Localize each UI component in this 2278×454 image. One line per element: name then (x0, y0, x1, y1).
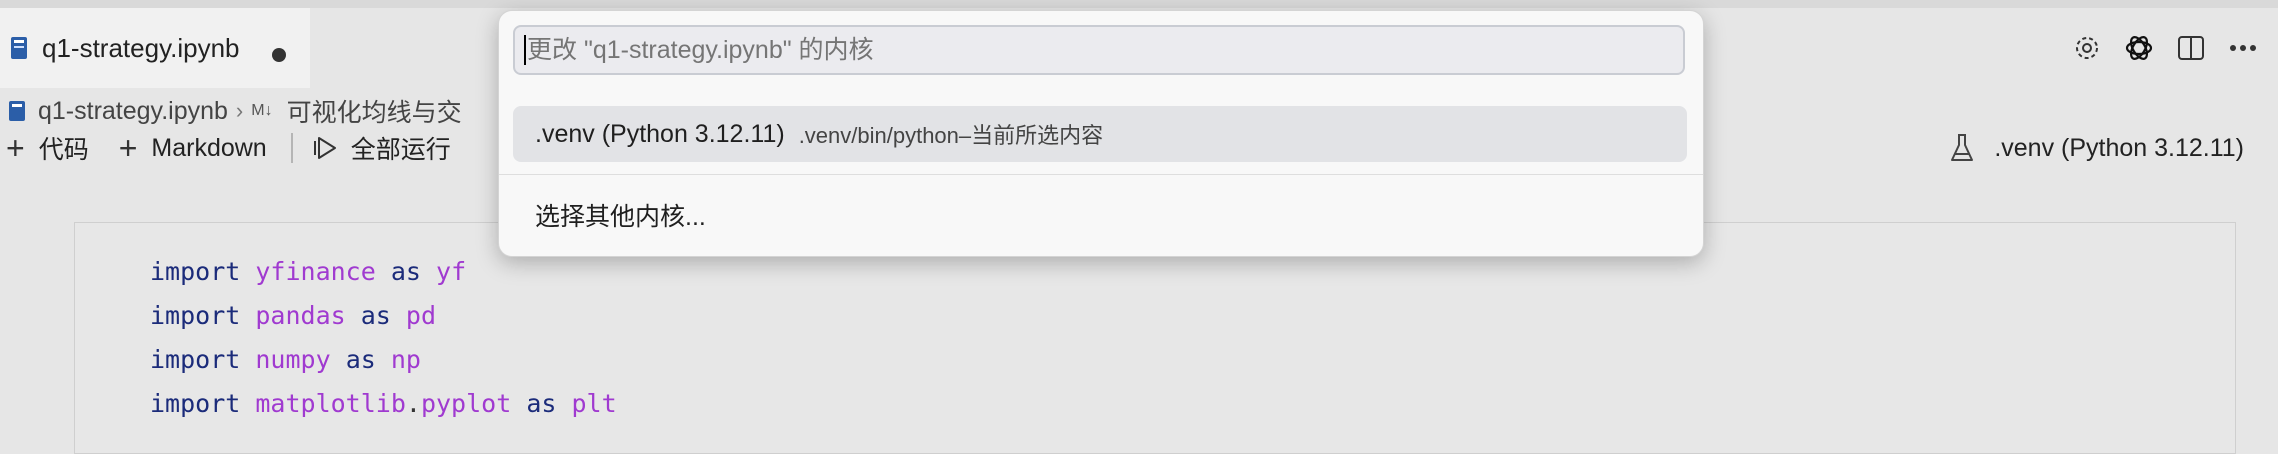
window-title-bar (0, 0, 2278, 8)
alias-name: pd (405, 301, 437, 330)
kernel-option-description: .venv/bin/python–当前所选内容 (798, 123, 1104, 148)
module-name: yfinance (255, 257, 376, 286)
keyword: import (150, 389, 241, 418)
kernel-indicator[interactable]: .venv (Python 3.12.11) (1948, 128, 2244, 168)
add-code-cell-button[interactable]: + 代码 (6, 130, 89, 167)
code-line: import pandas as pd (150, 294, 617, 338)
text-caret (524, 35, 526, 65)
plus-icon: + (118, 129, 138, 166)
keyword: as (345, 345, 376, 374)
breadcrumb-section[interactable]: 可视化均线与交 (287, 93, 462, 129)
kernel-indicator-label: .venv (Python 3.12.11) (1994, 133, 2244, 162)
run-all-button[interactable]: 全部运行 (313, 130, 451, 166)
select-other-kernel-option[interactable]: 选择其他内核... (513, 187, 1687, 243)
toolbar-divider (290, 133, 293, 163)
keyword: import (150, 345, 241, 374)
alias-name: yf (436, 257, 467, 286)
keyword: import (150, 301, 241, 330)
chevron-right-icon: › (235, 98, 244, 123)
editor-actions (2070, 8, 2278, 88)
add-code-label: 代码 (38, 136, 89, 164)
openai-icon[interactable] (2122, 31, 2156, 65)
select-other-kernel-label: 选择其他内核... (535, 203, 706, 231)
notebook-icon (11, 37, 27, 59)
code-line: import matplotlib.pyplot as plt (150, 382, 617, 426)
unsaved-dot-icon[interactable] (272, 48, 286, 62)
flask-icon (1951, 134, 1974, 161)
split-editor-icon[interactable] (2174, 31, 2208, 65)
submodule-name: pyplot (420, 389, 512, 418)
plus-icon: + (6, 129, 25, 166)
run-all-label: 全部运行 (350, 136, 451, 164)
dot: . (405, 389, 421, 418)
keyword: as (360, 301, 391, 330)
kernel-option-label: .venv (Python 3.12.11) (535, 119, 785, 148)
more-icon[interactable] (2226, 31, 2260, 65)
run-all-icon (313, 137, 336, 159)
notebook-icon (9, 101, 25, 121)
keyword: as (390, 257, 421, 286)
picker-divider (499, 174, 1703, 175)
editor-tab-active[interactable]: q1-strategy.ipynb (0, 8, 310, 88)
alias-name: np (390, 345, 421, 374)
module-name: pandas (255, 301, 346, 330)
keyword: as (526, 389, 557, 418)
module-name: matplotlib (255, 389, 406, 418)
add-markdown-label: Markdown (151, 133, 267, 162)
keyword: import (150, 257, 241, 286)
module-name: numpy (255, 345, 331, 374)
markdown-icon: M↓ (251, 102, 273, 119)
code-editor[interactable]: import yfinance as yf import pandas as p… (150, 250, 617, 426)
kernel-picker: .venv (Python 3.12.11) .venv/bin/python–… (498, 10, 1704, 257)
add-markdown-cell-button[interactable]: + Markdown (119, 130, 267, 167)
code-line: import numpy as np (150, 338, 617, 382)
breadcrumb-file[interactable]: q1-strategy.ipynb (38, 97, 228, 126)
kernel-search-input[interactable] (513, 25, 1685, 75)
alias-name: plt (571, 389, 617, 418)
kernel-option-venv[interactable]: .venv (Python 3.12.11) .venv/bin/python–… (513, 106, 1687, 162)
gear-icon[interactable] (2070, 31, 2104, 65)
tab-label: q1-strategy.ipynb (42, 32, 240, 63)
